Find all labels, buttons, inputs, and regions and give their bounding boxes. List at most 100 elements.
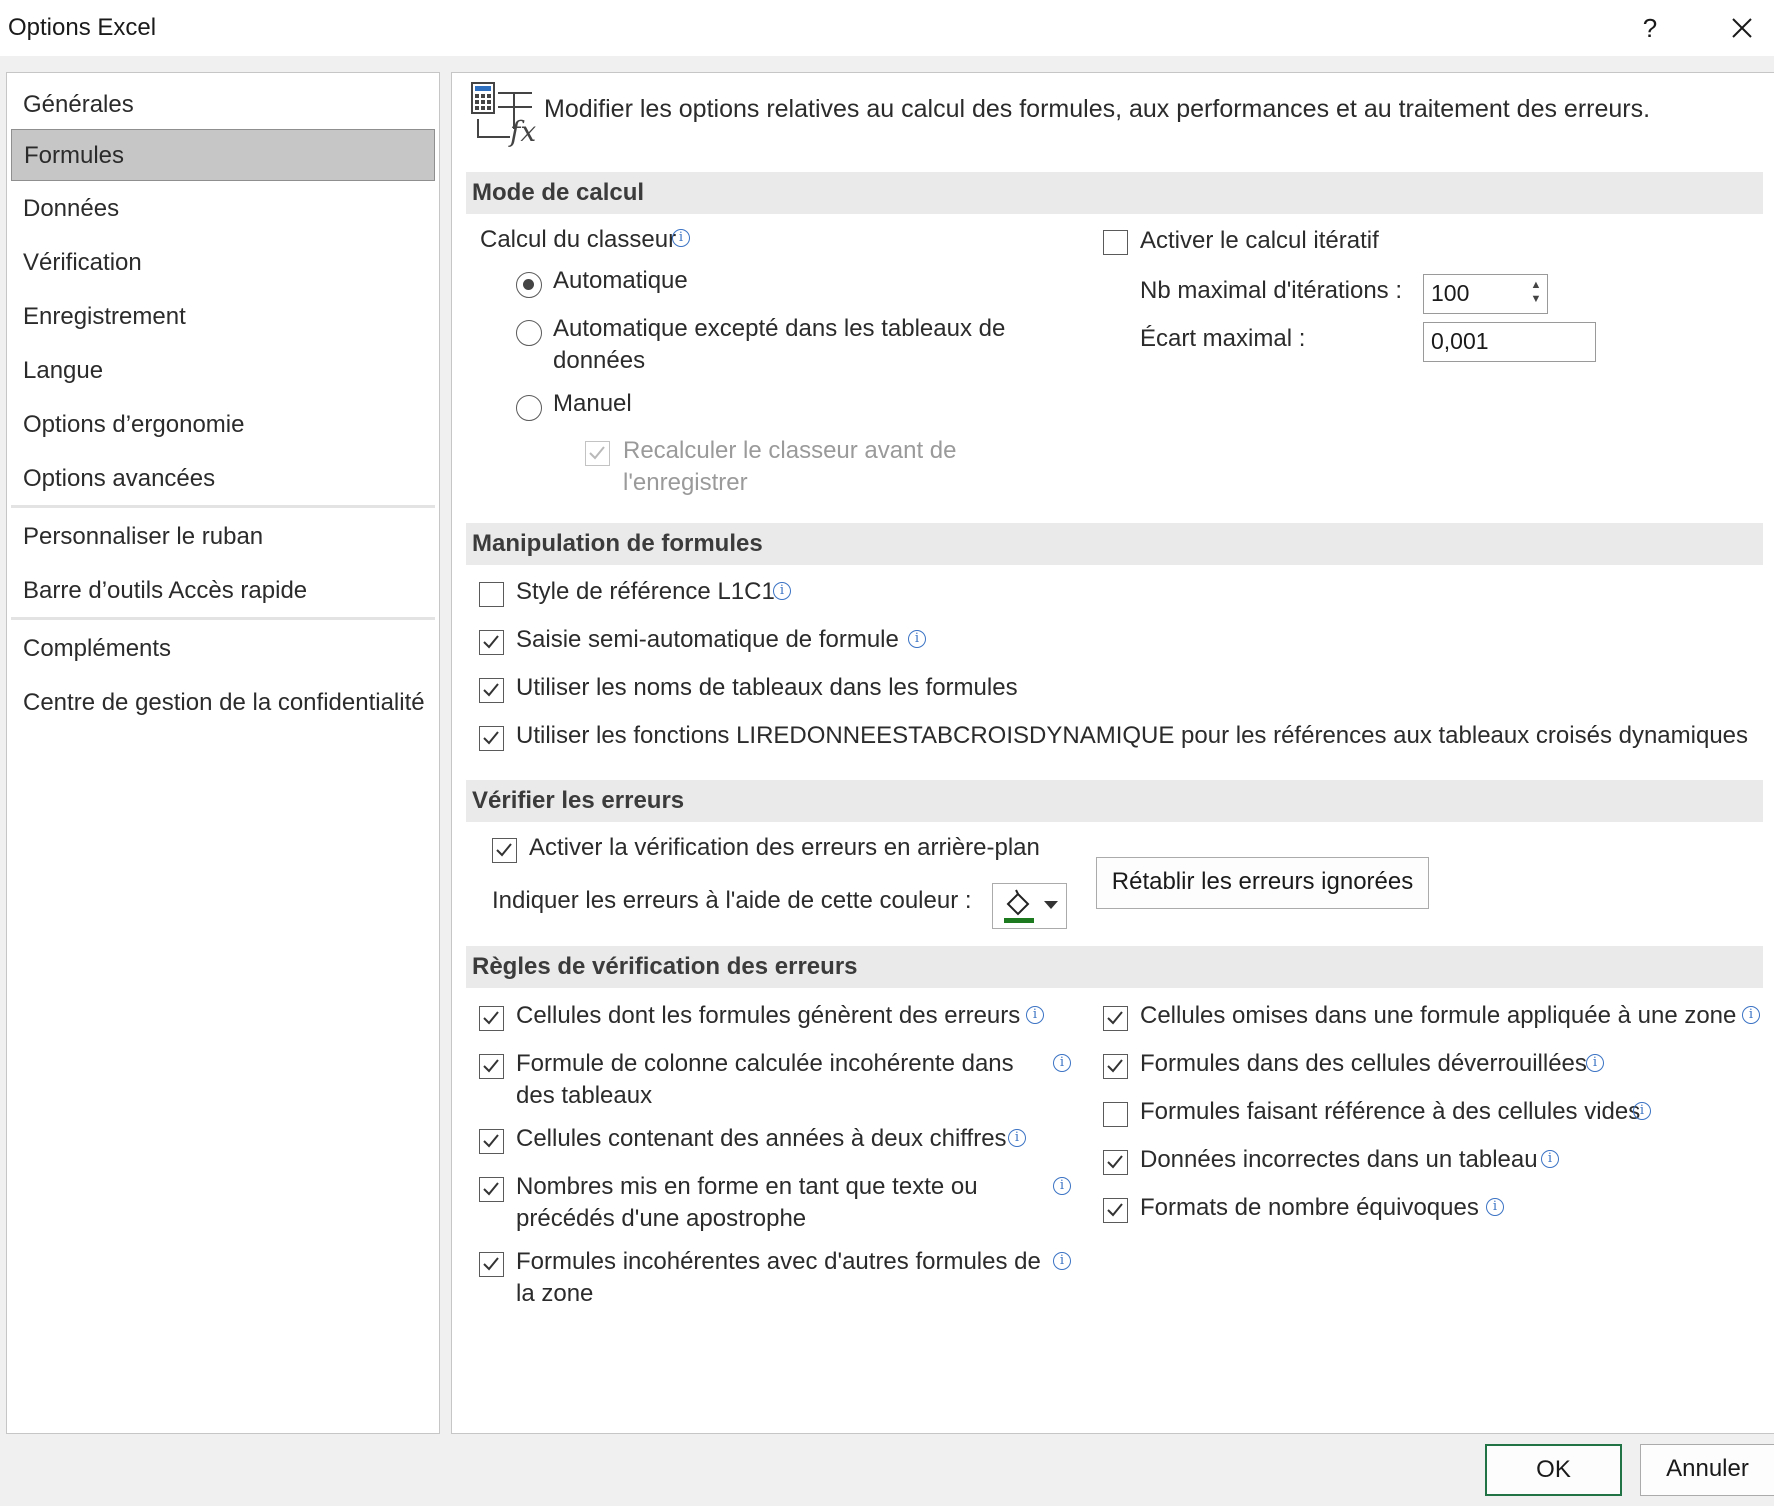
checkbox-cells-with-errors[interactable] (479, 1006, 504, 1031)
info-icon[interactable]: i (1053, 1252, 1071, 1270)
omitted-cells-label[interactable]: Cellules omises dans une formule appliqu… (1140, 1002, 1736, 1030)
radio-automatic-except-tables[interactable] (516, 320, 542, 346)
checkmark-icon (1107, 1203, 1123, 1217)
sidebar-item-confidentialite[interactable]: Centre de gestion de la confidentialité (11, 677, 435, 729)
sidebar-item-acces-rapide[interactable]: Barre d’outils Accès rapide (11, 565, 435, 617)
checkmark-icon (483, 731, 499, 745)
inconsistent-column-formula-label-2[interactable]: des tableaux (516, 1082, 652, 1110)
inconsistent-column-formula-label-1[interactable]: Formule de colonne calculée incohérente … (516, 1050, 1014, 1078)
info-icon[interactable]: i (908, 630, 926, 648)
checkbox-autocomplete[interactable] (479, 630, 504, 655)
error-color-picker[interactable] (992, 883, 1067, 929)
checkmark-icon (483, 683, 499, 697)
checkbox-numbers-as-text[interactable] (479, 1177, 504, 1202)
checkbox-getpivotdata[interactable] (479, 726, 504, 751)
sidebar-item-langue[interactable]: Langue (11, 345, 435, 397)
ok-button[interactable]: OK (1485, 1444, 1622, 1496)
checkbox-background-error-check[interactable] (492, 838, 517, 863)
spin-buttons[interactable]: ▲ ▼ (1529, 278, 1543, 310)
window-title: Options Excel (8, 14, 157, 41)
sidebar-item-enregistrement[interactable]: Enregistrement (11, 291, 435, 343)
getpivotdata-label[interactable]: Utiliser les fonctions LIREDONNEESTABCRO… (516, 722, 1748, 750)
info-icon[interactable]: i (1742, 1006, 1760, 1024)
checkbox-iterative-calc[interactable] (1103, 230, 1128, 255)
misleading-number-formats-label[interactable]: Formats de nombre équivoques (1140, 1194, 1479, 1222)
background-error-check-label[interactable]: Activer la vérification des erreurs en a… (529, 834, 1040, 862)
sidebar-item-complements[interactable]: Compléments (11, 623, 435, 675)
sidebar-item-ruban[interactable]: Personnaliser le ruban (11, 511, 435, 563)
checkbox-table-names[interactable] (479, 678, 504, 703)
reset-ignored-errors-button[interactable]: Rétablir les erreurs ignorées (1096, 857, 1429, 909)
info-icon[interactable]: i (1008, 1129, 1026, 1147)
checkmark-icon (483, 1059, 499, 1073)
chevron-down-icon (1044, 901, 1058, 909)
radio-automatic-except-label-2[interactable]: données (553, 347, 645, 375)
radio-selected-dot (523, 279, 534, 290)
numbers-as-text-label-2[interactable]: précédés d'une apostrophe (516, 1205, 806, 1233)
radio-automatic-except-label-1[interactable]: Automatique excepté dans les tableaux de (553, 315, 1005, 343)
max-iterations-label: Nb maximal d'itérations : (1140, 277, 1403, 304)
checkbox-inconsistent-formulas[interactable] (479, 1252, 504, 1277)
sidebar-item-ergonomie[interactable]: Options d’ergonomie (11, 399, 435, 451)
max-change-value: 0,001 (1431, 328, 1489, 354)
checkbox-empty-cell-references[interactable] (1103, 1102, 1128, 1127)
info-icon[interactable]: i (773, 582, 791, 600)
table-names-label[interactable]: Utiliser les noms de tableaux dans les f… (516, 674, 1018, 702)
sidebar-item-formules[interactable]: Formules (11, 129, 435, 181)
max-change-input[interactable]: 0,001 (1423, 322, 1596, 362)
autocomplete-label[interactable]: Saisie semi-automatique de formule (516, 626, 899, 654)
cancel-button[interactable]: Annuler (1640, 1444, 1774, 1496)
info-icon[interactable]: i (1541, 1150, 1559, 1168)
radio-manual[interactable] (516, 395, 542, 421)
close-button[interactable] (1720, 8, 1764, 48)
checkbox-omitted-cells[interactable] (1103, 1006, 1128, 1031)
help-button[interactable]: ? (1630, 8, 1670, 48)
recalc-before-save-label-1: Recalculer le classeur avant de (623, 437, 957, 464)
checkbox-unlocked-cells[interactable] (1103, 1054, 1128, 1079)
info-icon[interactable]: i (672, 229, 690, 247)
sidebar-item-donnees[interactable]: Données (11, 183, 435, 235)
checkbox-inconsistent-column-formula[interactable] (479, 1054, 504, 1079)
workbook-calc-label: Calcul du classeur (480, 226, 677, 253)
formula-calculator-icon: fx (471, 82, 536, 147)
radio-manual-label[interactable]: Manuel (553, 390, 632, 418)
cells-with-errors-label[interactable]: Cellules dont les formules génèrent des … (516, 1002, 1020, 1030)
checkmark-icon (483, 1134, 499, 1148)
info-icon[interactable]: i (1486, 1198, 1504, 1216)
max-iterations-input[interactable]: 100 ▲ ▼ (1423, 274, 1548, 314)
info-icon[interactable]: i (1026, 1006, 1044, 1024)
numbers-as-text-label-1[interactable]: Nombres mis en forme en tant que texte o… (516, 1173, 978, 1201)
checkmark-icon (483, 1011, 499, 1025)
checkbox-misleading-number-formats[interactable] (1103, 1198, 1128, 1223)
empty-cell-references-label[interactable]: Formules faisant référence à des cellule… (1140, 1098, 1640, 1126)
r1c1-label[interactable]: Style de référence L1C1 (516, 578, 775, 606)
two-digit-years-label[interactable]: Cellules contenant des années à deux chi… (516, 1125, 1007, 1153)
recalc-before-save-label-2: l'enregistrer (623, 469, 748, 496)
iterative-calc-label[interactable]: Activer le calcul itératif (1140, 227, 1379, 255)
section-calc-mode: Mode de calcul (466, 172, 1763, 214)
section-error-checking: Vérifier les erreurs (466, 780, 1763, 822)
paint-bucket-icon (1004, 889, 1034, 923)
sidebar-divider (11, 505, 435, 508)
inconsistent-formulas-label-2[interactable]: la zone (516, 1280, 593, 1308)
invalid-table-data-label[interactable]: Données incorrectes dans un tableau (1140, 1146, 1538, 1174)
checkmark-icon (483, 1182, 499, 1196)
sidebar-item-options-avancees[interactable]: Options avancées (11, 453, 435, 505)
sidebar-item-verification[interactable]: Vérification (11, 237, 435, 289)
page-description: Modifier les options relatives au calcul… (544, 95, 1651, 123)
radio-automatic-label[interactable]: Automatique (553, 267, 688, 295)
radio-automatic[interactable] (516, 272, 542, 298)
unlocked-cells-label[interactable]: Formules dans des cellules déverrouillée… (1140, 1050, 1587, 1078)
info-icon[interactable]: i (1053, 1177, 1071, 1195)
info-icon[interactable]: i (1633, 1102, 1651, 1120)
inconsistent-formulas-label-1[interactable]: Formules incohérentes avec d'autres form… (516, 1248, 1041, 1276)
checkbox-recalc-before-save (585, 441, 610, 466)
info-icon[interactable]: i (1586, 1054, 1604, 1072)
sidebar: Générales Formules Données Vérification … (6, 72, 440, 1434)
checkbox-r1c1[interactable] (479, 582, 504, 607)
checkbox-invalid-table-data[interactable] (1103, 1150, 1128, 1175)
sidebar-item-generales[interactable]: Générales (11, 79, 435, 131)
checkmark-icon (1107, 1059, 1123, 1073)
checkbox-two-digit-years[interactable] (479, 1129, 504, 1154)
info-icon[interactable]: i (1053, 1054, 1071, 1072)
